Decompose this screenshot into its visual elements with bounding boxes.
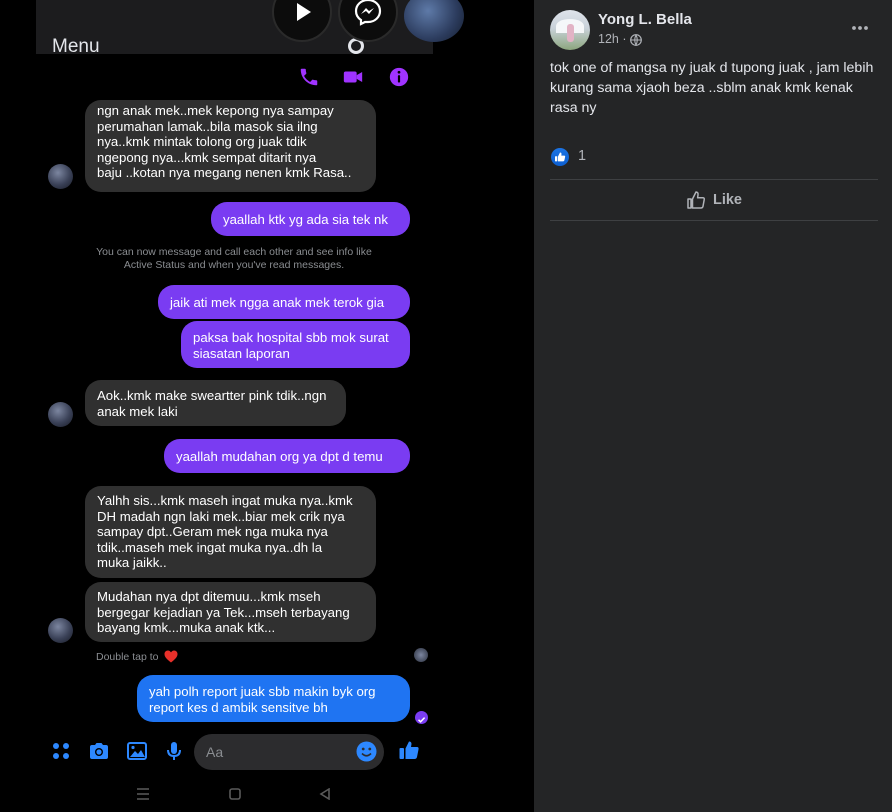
messenger-icon bbox=[338, 0, 398, 42]
like-reaction-icon bbox=[551, 148, 569, 166]
camera-icon[interactable] bbox=[88, 740, 110, 762]
message-bubble-received: ngn anak mek..mek kepong nya sampay peru… bbox=[85, 100, 376, 192]
message-composer bbox=[36, 730, 433, 774]
recent-apps-icon[interactable] bbox=[136, 788, 150, 800]
menu-grid-icon[interactable] bbox=[50, 740, 72, 762]
like-button[interactable]: Like bbox=[550, 182, 878, 218]
contact-avatar bbox=[48, 402, 73, 427]
sent-check-icon bbox=[415, 711, 428, 724]
chat-header bbox=[36, 54, 433, 102]
emoji-icon[interactable] bbox=[356, 741, 377, 762]
author-avatar[interactable] bbox=[550, 10, 590, 50]
more-options-icon[interactable] bbox=[850, 18, 870, 38]
message-bubble-sent: paksa bak hospital sbb mok surat siasata… bbox=[181, 321, 410, 368]
globe-icon bbox=[630, 34, 642, 46]
double-tap-hint: Double tap to bbox=[96, 651, 159, 663]
contact-avatar bbox=[48, 164, 73, 189]
chat-window: ngn anak mek..mek kepong nya sampay peru… bbox=[36, 54, 433, 774]
message-bubble-sent: jaik ati mek ngga anak mek terok gia bbox=[158, 285, 410, 319]
contact-avatar bbox=[48, 618, 73, 643]
phone-top-bar: Menu bbox=[36, 0, 464, 58]
play-icon bbox=[272, 0, 332, 42]
phone-call-icon[interactable] bbox=[298, 66, 320, 88]
facebook-post: Yong L. Bella 12h · tok one of mangsa ny… bbox=[534, 0, 892, 812]
divider bbox=[550, 179, 878, 180]
microphone-icon[interactable] bbox=[163, 740, 185, 762]
thumbs-up-icon[interactable] bbox=[398, 739, 420, 761]
system-note: You can now message and call each other … bbox=[96, 246, 372, 271]
message-bubble-received: Aok..kmk make sweartter pink tdik..ngn a… bbox=[85, 380, 346, 426]
like-label: Like bbox=[712, 192, 742, 208]
divider bbox=[550, 220, 878, 221]
messenger-screenshot: Menu ngn anak mek..mek kepong nya sampay… bbox=[0, 0, 534, 812]
reaction-count: 1 bbox=[578, 148, 587, 164]
heart-icon bbox=[164, 650, 178, 663]
author-name[interactable]: Yong L. Bella bbox=[598, 11, 692, 28]
message-bubble-sent: yaallah mudahan org ya dpt d temu bbox=[164, 439, 410, 473]
back-icon[interactable] bbox=[319, 788, 331, 800]
home-icon[interactable] bbox=[229, 788, 241, 800]
info-icon[interactable] bbox=[388, 66, 410, 88]
message-bubble-received: Yalhh sis...kmk maseh ingat muka nya..km… bbox=[85, 486, 376, 578]
post-text: tok one of mangsa ny juak d tupong juak … bbox=[550, 60, 874, 116]
thumbs-up-icon bbox=[687, 191, 706, 209]
video-call-icon[interactable] bbox=[342, 66, 364, 88]
message-bubble-received: Mudahan nya dpt ditemuu...kmk mseh berge… bbox=[85, 582, 376, 642]
photo-gallery-icon[interactable] bbox=[126, 740, 148, 762]
message-bubble-sent: yaallah ktk yg ada sia tek nk bbox=[211, 202, 410, 236]
phone-navigation-bar bbox=[0, 774, 534, 812]
seen-avatar bbox=[414, 648, 428, 662]
message-bubble-sent: yah polh report juak sbb makin byk org r… bbox=[137, 675, 410, 722]
thumbnail-image bbox=[404, 0, 464, 42]
post-timestamp[interactable]: 12h · bbox=[598, 32, 627, 46]
